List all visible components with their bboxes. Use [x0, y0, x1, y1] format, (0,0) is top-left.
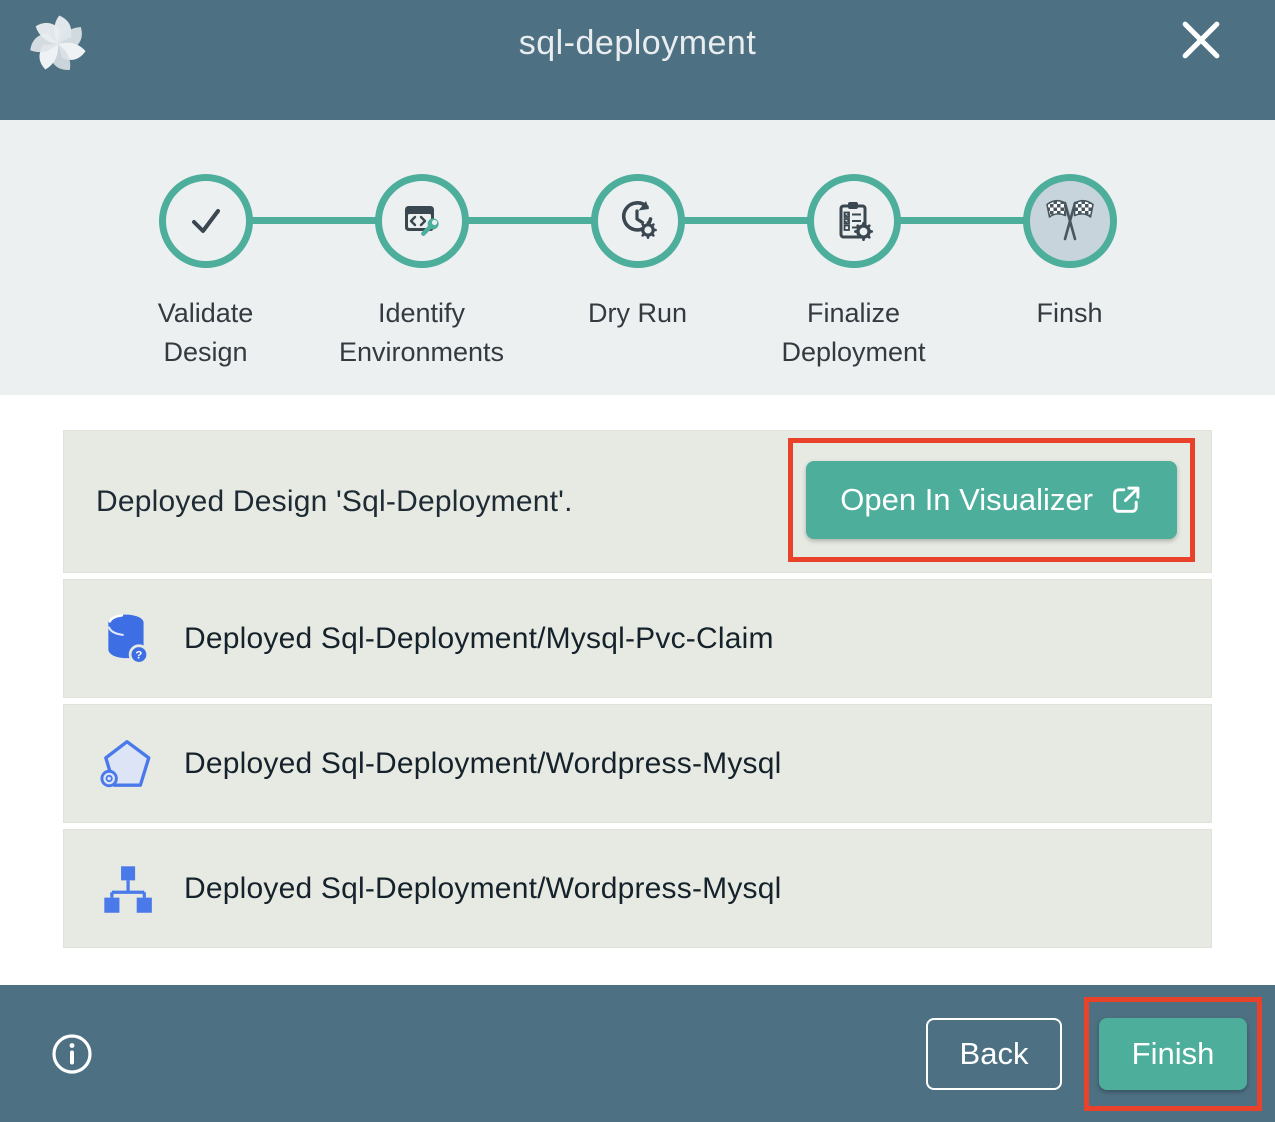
step-finalize-deployment: Finsh Finalize Deployment — [746, 154, 962, 372]
history-gear-icon — [614, 197, 662, 245]
deployed-design-row: Deployed Design 'Sql-Deployment'. Open I… — [63, 430, 1212, 573]
dialog-header: sql-deployment — [0, 0, 1275, 120]
step-circle-dry-run[interactable] — [591, 174, 685, 268]
deployment-item-row: ? Deployed Sql-Deployment/Mysql-Pvc-Clai… — [63, 579, 1212, 698]
open-in-visualizer-button[interactable]: Open In Visualizer — [806, 461, 1177, 539]
code-wrench-icon — [398, 197, 446, 245]
deployment-item-text: Deployed Sql-Deployment/Mysql-Pvc-Claim — [184, 622, 774, 656]
step-label: Identify Environments — [333, 294, 511, 372]
step-finish: Finsh — [962, 154, 1178, 372]
deployment-item-row: Deployed Sql-Deployment/Wordpress-Mysql — [63, 704, 1212, 823]
dialog-footer: Back Finish — [0, 985, 1275, 1122]
deployment-item-row: Deployed Sql-Deployment/Wordpress-Mysql — [63, 829, 1212, 948]
back-button[interactable]: Back — [926, 1018, 1062, 1090]
hierarchy-icon — [100, 862, 154, 916]
finish-flags-icon — [1043, 197, 1097, 245]
step-circle-finalize-deployment[interactable] — [807, 174, 901, 268]
wizard-stepper: Validate Design Identify En — [0, 120, 1275, 395]
deployed-design-text: Deployed Design 'Sql-Deployment'. — [96, 485, 573, 519]
close-icon[interactable] — [1175, 14, 1227, 66]
step-identify-environments: Identify Environments — [314, 154, 530, 372]
clipboard-gear-icon — [830, 197, 878, 245]
open-in-visualizer-label: Open In Visualizer — [840, 482, 1093, 518]
external-link-icon — [1109, 483, 1143, 517]
step-label: Finsh — [1036, 294, 1102, 333]
database-icon: ? — [99, 610, 155, 668]
step-circle-validate-design[interactable] — [159, 174, 253, 268]
step-label: Validate Design — [117, 294, 295, 372]
highlight-box-visualizer: Open In Visualizer — [788, 438, 1195, 562]
step-dry-run: Dry Run — [530, 154, 746, 372]
check-icon — [183, 198, 229, 244]
step-label: Dry Run — [588, 294, 687, 333]
info-icon[interactable] — [50, 1032, 94, 1076]
finish-button[interactable]: Finish — [1099, 1018, 1247, 1090]
step-circle-identify-environments[interactable] — [375, 174, 469, 268]
highlight-box-finish: Finish — [1084, 997, 1262, 1111]
deployment-item-text: Deployed Sql-Deployment/Wordpress-Mysql — [184, 747, 781, 781]
pentagon-icon — [98, 735, 156, 793]
dialog-title: sql-deployment — [0, 24, 1275, 63]
results-panel: Deployed Design 'Sql-Deployment'. Open I… — [0, 395, 1275, 948]
deployment-item-text: Deployed Sql-Deployment/Wordpress-Mysql — [184, 872, 781, 906]
deployment-dialog: sql-deployment Validate Design — [0, 0, 1275, 1122]
step-label: Finalize Deployment — [765, 294, 943, 372]
step-circle-finish[interactable] — [1023, 174, 1117, 268]
svg-text:?: ? — [135, 649, 142, 661]
step-validate-design: Validate Design — [98, 154, 314, 372]
